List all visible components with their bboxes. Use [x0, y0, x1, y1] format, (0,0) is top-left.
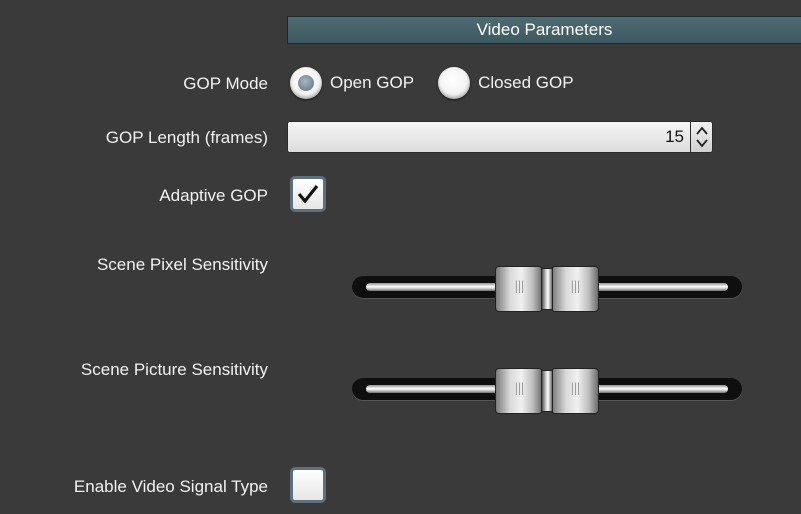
scene-picture-sensitivity-label: Scene Picture Sensitivity: [80, 360, 268, 379]
checkmark-icon: [297, 185, 319, 204]
enable-video-signal-type-label: Enable Video Signal Type: [73, 477, 268, 496]
radio-open-gop-indicator[interactable]: [290, 67, 322, 99]
scene-pixel-sensitivity-label: Scene Pixel Sensitivity: [96, 255, 268, 274]
gop-length-spin-buttons[interactable]: [691, 121, 713, 153]
gop-length-input[interactable]: 15: [287, 121, 691, 153]
gop-length-label: GOP Length (frames): [105, 128, 268, 147]
gop-mode-label: GOP Mode: [183, 74, 268, 93]
chevron-up-icon[interactable]: [695, 124, 709, 137]
slider-handle-center-bar[interactable]: [541, 370, 553, 412]
chevron-down-icon[interactable]: [695, 137, 709, 150]
slider-handle-center-bar[interactable]: [541, 268, 553, 310]
slider-handle-right[interactable]: [551, 266, 599, 312]
slider-handle-right[interactable]: [551, 368, 599, 414]
radio-open-gop[interactable]: Open GOP: [290, 67, 414, 99]
radio-closed-gop-indicator[interactable]: [438, 67, 471, 99]
radio-open-gop-label[interactable]: Open GOP: [330, 73, 414, 93]
gop-length-spinbox[interactable]: 15: [287, 121, 713, 153]
adaptive-gop-label: Adaptive GOP: [159, 186, 268, 205]
scene-pixel-sensitivity-slider[interactable]: [352, 266, 742, 312]
slider-handle[interactable]: [495, 368, 599, 414]
slider-handle[interactable]: [495, 266, 599, 312]
slider-handle-left[interactable]: [495, 368, 543, 414]
radio-closed-gop-label[interactable]: Closed GOP: [478, 73, 573, 93]
video-parameters-panel: Video Parameters GOP Mode Open GOP Close…: [0, 0, 801, 514]
slider-handle-left[interactable]: [495, 266, 543, 312]
section-header-video-parameters: Video Parameters: [287, 16, 801, 44]
radio-closed-gop[interactable]: Closed GOP: [438, 67, 574, 99]
scene-picture-sensitivity-slider[interactable]: [352, 368, 742, 414]
enable-video-signal-type-checkbox[interactable]: [290, 467, 326, 503]
gop-mode-radio-group: Open GOP Closed GOP: [290, 66, 598, 100]
adaptive-gop-checkbox[interactable]: [290, 176, 326, 212]
